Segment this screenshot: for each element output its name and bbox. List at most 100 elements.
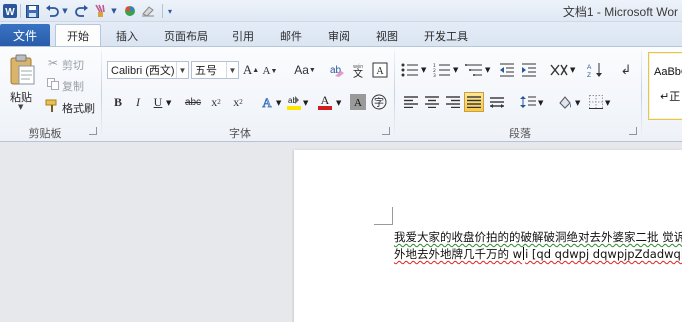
- numbering-dropdown-icon[interactable]: ▼: [453, 66, 458, 74]
- clear-format-icon[interactable]: ab: [328, 61, 346, 79]
- superscript-icon[interactable]: x2: [229, 94, 247, 110]
- phonetic-guide-icon[interactable]: wén 文: [350, 61, 368, 79]
- underline-dropdown-icon[interactable]: ▼: [166, 99, 171, 107]
- document-text: i [qd qdwpj dqwpjpZdadwqln 我: [525, 247, 682, 261]
- sort-icon[interactable]: AZ: [586, 61, 606, 79]
- shading-dropdown-icon[interactable]: ▼: [575, 99, 580, 107]
- cut-button[interactable]: 剪切: [62, 57, 84, 73]
- tab-view[interactable]: 视图: [370, 25, 404, 46]
- redo-icon[interactable]: [74, 2, 90, 20]
- align-center-icon[interactable]: [424, 94, 440, 110]
- shrink-font-icon[interactable]: A ▼: [262, 62, 278, 80]
- borders-icon[interactable]: [588, 94, 604, 110]
- chinese-layout-dropdown-icon[interactable]: ▼: [570, 66, 575, 74]
- bullets-dropdown-icon[interactable]: ▼: [421, 66, 426, 74]
- borders-dropdown-icon[interactable]: ▼: [605, 99, 610, 107]
- style-name: ↵正: [660, 90, 681, 103]
- bold-icon[interactable]: B: [111, 94, 125, 110]
- scissors-icon: ✂: [47, 56, 59, 70]
- copy-icon: [46, 77, 60, 91]
- tab-review[interactable]: 审阅: [322, 25, 356, 46]
- font-color-icon[interactable]: A: [316, 93, 334, 111]
- align-right-icon[interactable]: [445, 94, 461, 110]
- paragraph-launcher-icon[interactable]: [629, 127, 637, 135]
- document-text: 我爱大家的收盘价拍的的破解破洞绝对去外婆家二批 觉诉: [394, 230, 682, 244]
- tab-home[interactable]: 开始: [55, 24, 101, 46]
- tab-insert[interactable]: 插入: [110, 25, 144, 46]
- paste-dropdown-icon[interactable]: ▼: [18, 103, 23, 111]
- align-left-icon[interactable]: [403, 94, 419, 110]
- paint-brush-icon[interactable]: [92, 2, 108, 20]
- group-separator: [394, 50, 395, 138]
- save-icon[interactable]: [24, 2, 40, 20]
- svg-text:3: 3: [433, 73, 436, 77]
- format-painter-button[interactable]: 格式刷: [62, 100, 95, 116]
- justify-icon[interactable]: [464, 92, 484, 112]
- multilevel-dropdown-icon[interactable]: ▼: [485, 66, 490, 74]
- tab-mailings[interactable]: 邮件: [274, 25, 308, 46]
- font-launcher-icon[interactable]: [382, 127, 390, 135]
- tab-developer[interactable]: 开发工具: [418, 25, 474, 46]
- text-effects-icon[interactable]: A: [258, 94, 276, 110]
- word-logo-icon[interactable]: W: [2, 2, 18, 20]
- svg-text:W: W: [5, 7, 15, 18]
- customize-qat-icon[interactable]: ▾: [165, 2, 175, 20]
- clipboard-launcher-icon[interactable]: [89, 127, 97, 135]
- character-shading-icon[interactable]: A: [349, 93, 367, 111]
- svg-text:字: 字: [374, 96, 384, 109]
- group-separator: [101, 50, 102, 138]
- qat-separator: [20, 4, 21, 18]
- document-line-2[interactable]: 外地去外地牌几千万的 wi [qd qdwpj dqwpjpZdadwqln 我: [394, 246, 682, 262]
- group-separator: [641, 50, 642, 138]
- font-group-label: 字体: [229, 127, 251, 140]
- clipboard-group-label: 剪贴板: [28, 127, 62, 140]
- chevron-down-icon[interactable]: ▼: [176, 62, 188, 78]
- highlight-dropdown-icon[interactable]: ▼: [303, 99, 308, 107]
- shading-icon[interactable]: [556, 93, 574, 111]
- subscript-icon[interactable]: x2: [207, 94, 225, 110]
- paint-dropdown-icon[interactable]: ▼: [110, 2, 118, 20]
- window-title: 文档1 - Microsoft Wor: [562, 5, 678, 19]
- change-case-icon[interactable]: Aa ▼: [292, 61, 318, 79]
- tab-file[interactable]: 文件: [0, 24, 50, 46]
- font-name-combo[interactable]: Calibri (西文) ▼: [107, 61, 189, 79]
- decrease-indent-icon[interactable]: [498, 61, 516, 79]
- eraser-icon[interactable]: [140, 2, 156, 20]
- chinese-layout-icon[interactable]: [548, 61, 570, 79]
- line-spacing-icon[interactable]: [519, 94, 537, 110]
- svg-text:A: A: [321, 93, 330, 107]
- paste-icon[interactable]: [6, 52, 38, 88]
- document-line-1[interactable]: 我爱大家的收盘价拍的的破解破洞绝对去外婆家二批 觉诉: [394, 229, 682, 245]
- word-window: W ▼ ▼ ▾ 文档1 - Microsoft Wor 文件 开始 插入 页面布…: [0, 0, 682, 322]
- qat-separator: [162, 4, 163, 18]
- enclose-characters-icon[interactable]: 字: [370, 93, 388, 111]
- text-caret: [523, 247, 525, 260]
- line-spacing-dropdown-icon[interactable]: ▼: [538, 99, 543, 107]
- italic-icon[interactable]: I: [131, 94, 145, 110]
- numbering-icon[interactable]: 123: [432, 61, 452, 79]
- undo-dropdown-icon[interactable]: ▼: [61, 2, 69, 20]
- distributed-icon[interactable]: [489, 94, 505, 110]
- show-marks-icon[interactable]: ↲: [618, 61, 634, 79]
- grow-font-icon[interactable]: A ▲: [243, 61, 259, 79]
- font-color-dropdown-icon[interactable]: ▼: [336, 99, 341, 107]
- margin-corner-mark: [392, 207, 393, 225]
- underline-icon[interactable]: U: [151, 94, 165, 110]
- increase-indent-icon[interactable]: [520, 61, 538, 79]
- copy-button[interactable]: 复制: [62, 78, 84, 94]
- chevron-down-icon[interactable]: ▼: [226, 62, 238, 78]
- highlight-icon[interactable]: ab: [285, 93, 303, 111]
- font-size-value: 五号: [195, 65, 217, 77]
- multilevel-list-icon[interactable]: [464, 61, 484, 79]
- tab-page-layout[interactable]: 页面布局: [158, 25, 214, 46]
- style-normal[interactable]: [648, 52, 682, 120]
- character-border-icon[interactable]: A: [371, 61, 389, 79]
- font-name-value: Calibri (西文): [111, 65, 175, 77]
- strikethrough-icon[interactable]: abc: [182, 94, 204, 110]
- text-effects-dropdown-icon[interactable]: ▼: [276, 99, 281, 107]
- undo-icon[interactable]: [44, 2, 60, 20]
- font-size-combo[interactable]: 五号 ▼: [191, 61, 239, 79]
- tab-references[interactable]: 引用: [226, 25, 260, 46]
- bullets-icon[interactable]: [400, 61, 420, 79]
- color-ball-icon[interactable]: [122, 2, 138, 20]
